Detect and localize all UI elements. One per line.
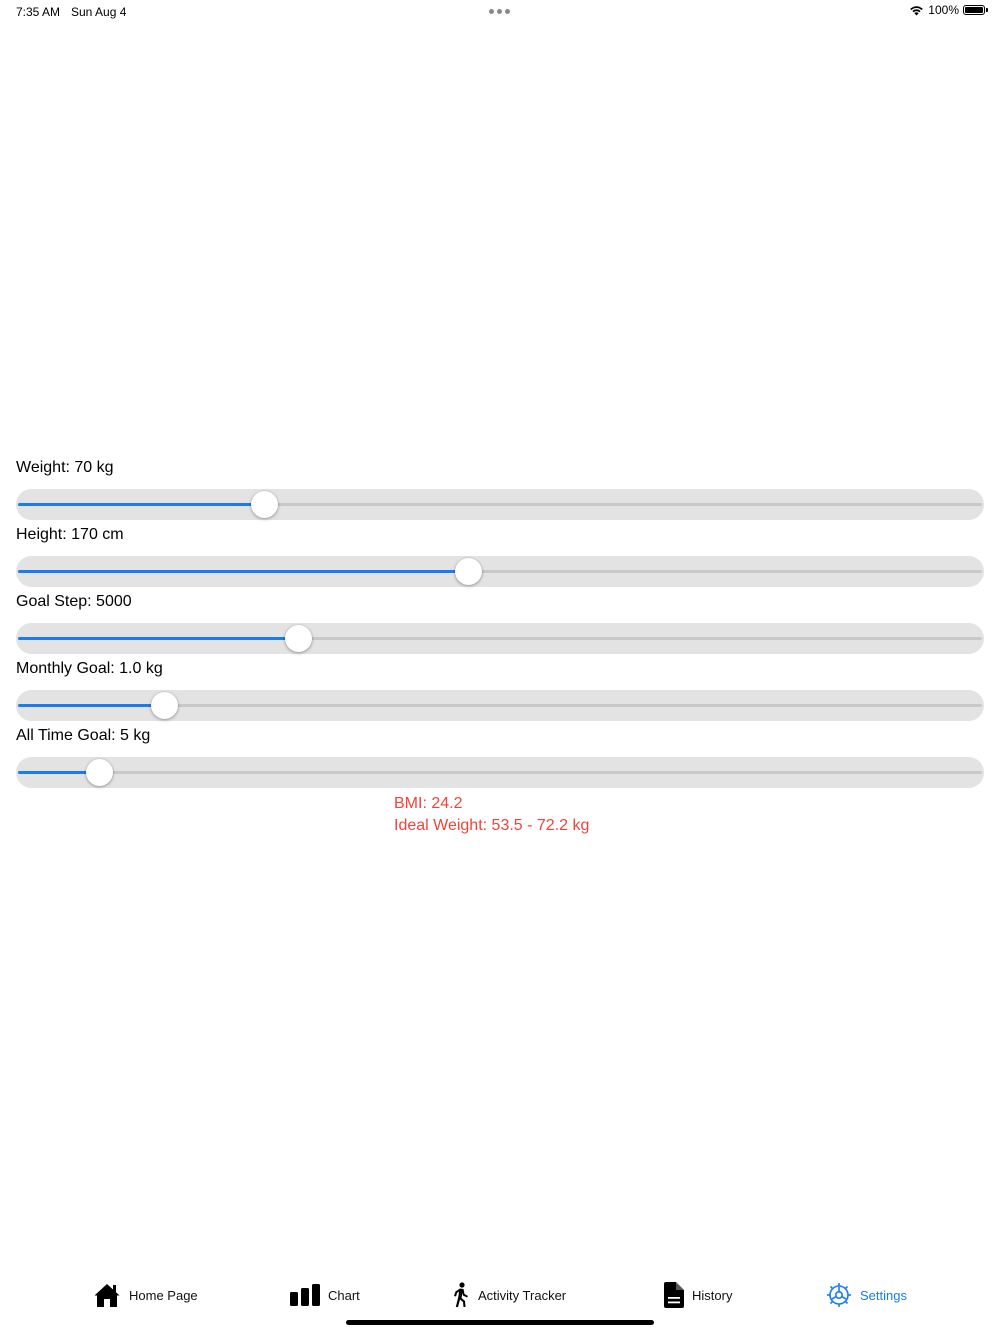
slider-fill	[18, 637, 299, 640]
slider-thumb[interactable]	[151, 692, 179, 719]
goal-step-label: Goal Step: 5000	[16, 593, 132, 610]
goal-step-slider[interactable]	[16, 623, 984, 654]
document-icon	[664, 1282, 684, 1308]
status-bar: 7:35 AM Sun Aug 4 100%	[0, 0, 1000, 24]
all-time-goal-slider[interactable]	[16, 757, 984, 788]
tab-bar: Home Page Chart Activity Tracker History	[0, 1275, 1000, 1315]
tab-label: Home Page	[129, 1287, 198, 1303]
status-time: 7:35 AM	[16, 5, 61, 19]
weight-slider[interactable]	[16, 489, 984, 520]
walking-figure-icon	[454, 1282, 468, 1307]
house-icon	[94, 1284, 120, 1307]
wifi-icon	[910, 6, 924, 16]
slider-thumb[interactable]	[454, 558, 482, 585]
home-indicator[interactable]	[346, 1320, 654, 1325]
bar-chart-icon	[290, 1284, 320, 1306]
tab-settings[interactable]: Settings	[826, 1275, 907, 1315]
tab-label: Settings	[860, 1287, 907, 1303]
tab-label: History	[692, 1287, 733, 1303]
tab-label: Activity Tracker	[478, 1287, 567, 1303]
all-time-goal-label: All Time Goal: 5 kg	[16, 727, 151, 744]
monthly-goal-slider[interactable]	[16, 690, 984, 721]
height-label: Height: 170 cm	[16, 526, 124, 543]
tab-home-page[interactable]: Home Page	[93, 1275, 198, 1315]
weight-label: Weight: 70 kg	[16, 459, 114, 476]
slider-thumb[interactable]	[285, 625, 313, 652]
gear-icon	[827, 1283, 851, 1307]
slider-fill	[18, 570, 469, 573]
tab-chart[interactable]: Chart	[290, 1275, 360, 1315]
tab-label: Chart	[328, 1287, 360, 1303]
battery-percent: 100%	[928, 3, 959, 17]
slider-track	[18, 771, 982, 774]
tab-history[interactable]: History	[664, 1275, 732, 1315]
monthly-goal-label: Monthly Goal: 1.0 kg	[16, 660, 163, 677]
bmi-result: BMI: 24.2	[394, 795, 463, 812]
ideal-weight-result: Ideal Weight: 53.5 - 72.2 kg	[394, 817, 590, 834]
slider-thumb[interactable]	[251, 491, 279, 518]
tab-activity-tracker[interactable]: Activity Tracker	[452, 1275, 566, 1315]
height-slider[interactable]	[16, 556, 984, 587]
slider-thumb[interactable]	[86, 759, 114, 786]
slider-fill	[18, 704, 165, 707]
battery-icon	[963, 5, 988, 15]
status-date: Sun Aug 4	[71, 5, 127, 19]
status-right: 100%	[909, 3, 988, 17]
slider-fill	[18, 503, 265, 506]
multitasking-dots-icon[interactable]	[489, 9, 510, 14]
